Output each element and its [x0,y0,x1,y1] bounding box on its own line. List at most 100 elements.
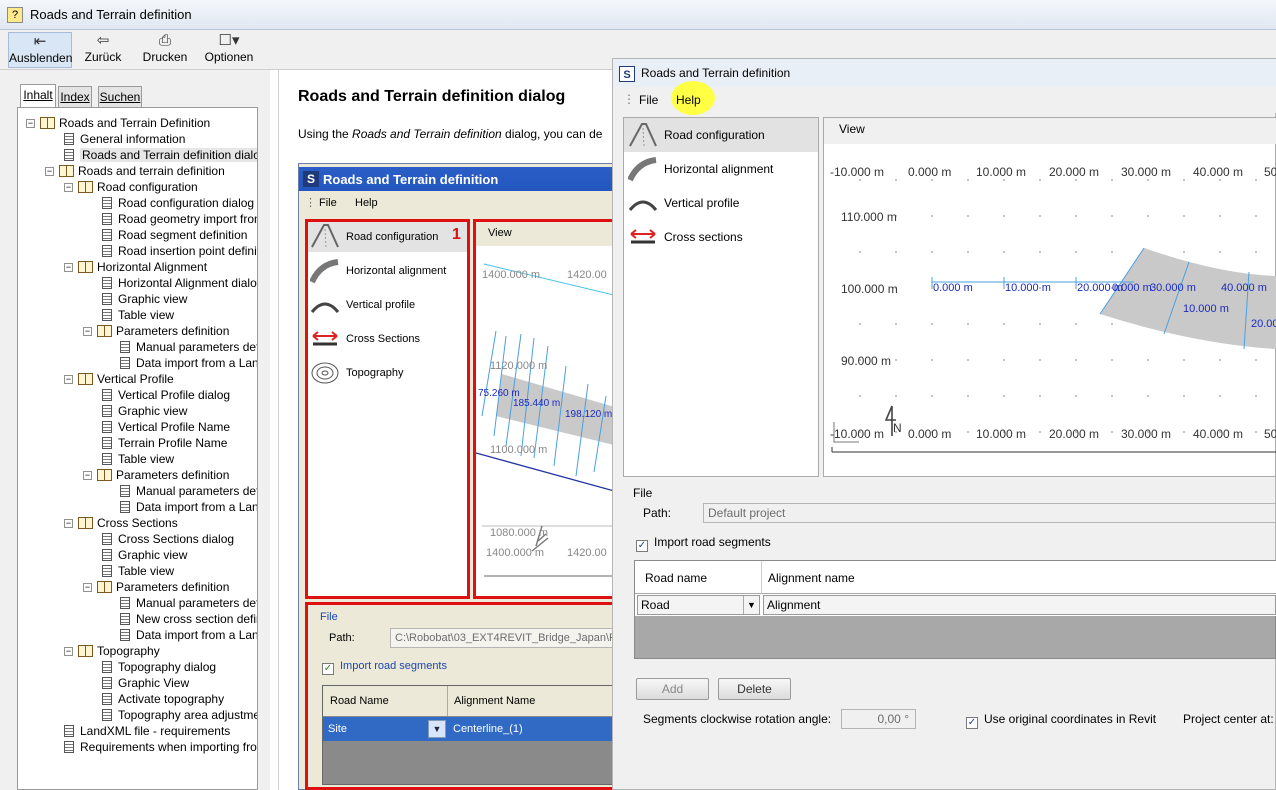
tree-item[interactable]: Table view [102,451,174,467]
collapse-icon[interactable]: − [64,375,73,384]
menu-file[interactable]: File [639,93,658,107]
rotation-angle-field[interactable]: 0,00 ° [841,709,916,729]
back-button[interactable]: ⇦ Zurück [80,32,126,68]
tree-item[interactable]: Manual parameters defi [120,339,257,355]
collapse-icon[interactable]: − [26,119,35,128]
page-icon [120,485,130,497]
menu-help[interactable]: Help [676,93,701,107]
grid-dot [1039,215,1041,217]
print-button[interactable]: ⎙ Drucken [140,32,190,68]
tree-item[interactable]: Manual parameters defi [120,483,257,499]
tree-item[interactable]: LandXML file - requirements [64,723,230,739]
chevron-down-icon[interactable]: ▼ [743,596,759,614]
tree-item[interactable]: Topography area adjustmer [102,707,257,723]
collapse-icon[interactable]: − [83,471,92,480]
collapse-icon[interactable]: − [64,263,73,272]
page-icon [102,677,112,689]
tree-item[interactable]: Road configuration dialog [102,195,254,211]
sidebar-item-cross-sections[interactable]: Cross sections [624,220,818,254]
tree-item[interactable]: Road insertion point definitic [102,243,257,259]
tree-item[interactable]: Graphic view [102,291,187,307]
x-tick-label: 20.000 m [1049,427,1100,441]
tree-item[interactable]: Manual parameters defi [120,595,257,611]
tree-item[interactable]: − Topography [64,643,160,659]
path-field[interactable]: Default project [703,503,1276,523]
tree-item[interactable]: Graphic View [102,675,189,691]
tree-item[interactable]: Activate topography [102,691,224,707]
contents-tree: − Roads and Terrain Definition General in… [17,107,258,790]
grid-dot [859,395,861,397]
tree-item[interactable]: − Roads and terrain definition [45,163,225,179]
options-button[interactable]: ☐▾ Optionen [204,32,254,68]
tree-item[interactable]: Road segment definition [102,227,247,243]
tree-item[interactable]: − Road configuration [64,179,198,195]
callout-number: 1 [452,226,461,243]
alignment-cell[interactable]: Alignment [763,595,1276,615]
tree-item[interactable]: Cross Sections dialog [102,531,234,547]
tree-item[interactable]: − Parameters definition [83,323,229,339]
original-coordinates-checkbox[interactable]: ✓ Use original coordinates in Revit [966,712,1156,729]
tree-item[interactable]: Terrain Profile Name [102,435,227,451]
tree-item[interactable]: General information [64,131,185,147]
page-icon [102,661,112,673]
tree-item[interactable]: Road geometry import from a [102,211,257,227]
tree-item[interactable]: Vertical Profile dialog [102,387,230,403]
page-icon [102,277,112,289]
tree-item[interactable]: Graphic view [102,547,187,563]
collapse-icon[interactable]: − [64,183,73,192]
collapse-icon[interactable]: − [83,327,92,336]
collapse-icon[interactable]: − [83,583,92,592]
tree-item[interactable]: Data import from a Lanc [120,355,257,371]
tree-item[interactable]: Graphic view [102,403,187,419]
embedded-dropdown-icon: ▼ [428,720,446,738]
grid-dot [967,251,969,253]
tree-item[interactable]: Topography dialog [102,659,216,675]
x-tick-label: -10.000 m [830,165,885,179]
book-icon [97,469,112,481]
tree-item[interactable]: Table view [102,563,174,579]
page-icon [102,197,112,209]
tree-item-selected[interactable]: Roads and Terrain definition dialog [64,147,257,163]
collapse-icon[interactable]: − [45,167,54,176]
tree-item[interactable]: − Parameters definition [83,467,229,483]
tree-item[interactable]: Horizontal Alignment dialog [102,275,257,291]
tree-item[interactable]: − Parameters definition [83,579,229,595]
tree-item[interactable]: Data import from a Lanc [120,627,257,643]
col-road-name: Road name [645,571,708,585]
tree-item[interactable]: Table view [102,307,174,323]
grid-dot [1039,323,1041,325]
grid-dot [1183,215,1185,217]
book-icon [40,117,55,129]
sidebar-item-horizontal-alignment[interactable]: Horizontal alignment [624,152,818,186]
add-button[interactable]: Add [636,678,709,700]
tree-item[interactable]: − Roads and Terrain Definition [26,115,210,131]
delete-button[interactable]: Delete [718,678,791,700]
collapse-icon[interactable]: − [64,647,73,656]
tree-item[interactable]: Data import from a Lanc [120,499,257,515]
page-icon [102,421,112,433]
road-select[interactable]: Road ▼ [637,595,760,615]
book-icon [59,165,74,177]
tree-item[interactable]: − Cross Sections [64,515,178,531]
tree-item[interactable]: Vertical Profile Name [102,419,230,435]
view-header [824,118,1276,144]
tree-item[interactable]: New cross section defir [120,611,257,627]
tab-index[interactable]: Index [58,86,92,108]
tree-item[interactable]: − Horizontal Alignment [64,259,207,275]
grid-dot [1183,179,1185,181]
grid-dot [1183,251,1185,253]
tree-item[interactable]: Requirements when importing from / [64,739,257,755]
tab-search[interactable]: Suchen [98,86,142,108]
tab-contents[interactable]: Inhalt [20,84,56,108]
sidebar-item-vertical-profile[interactable]: Vertical profile [624,186,818,220]
hide-button[interactable]: ⇤ Ausblenden [8,32,72,68]
embedded-ruler-label: 1400.000 m [482,269,541,281]
x-tick-label: 30.000 m [1121,427,1172,441]
import-road-segments-checkbox[interactable]: ✓ Import road segments [636,535,771,552]
grid-dot [895,251,897,253]
collapse-icon[interactable]: − [64,519,73,528]
sidebar-item-road-configuration[interactable]: Road configuration [624,118,818,152]
grid-dot [1075,179,1077,181]
tree-item[interactable]: − Vertical Profile [64,371,174,387]
grid-dot [1147,395,1149,397]
